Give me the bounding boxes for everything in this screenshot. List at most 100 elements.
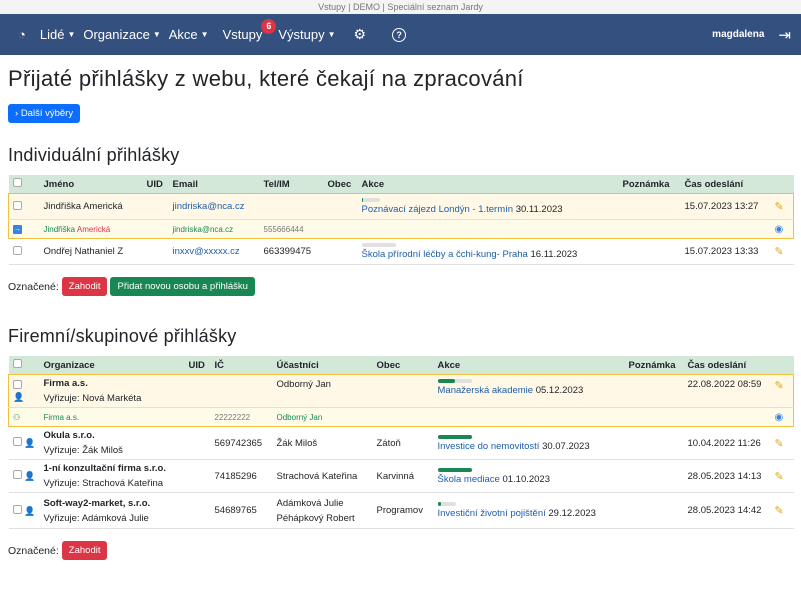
- event-date: 05.12.2023: [535, 385, 584, 396]
- window-title: Vstupy | DEMO | Speciální seznam Jardy: [0, 0, 801, 14]
- eye-icon[interactable]: ◉: [775, 412, 784, 423]
- row-checkbox[interactable]: [13, 200, 22, 210]
- eye-icon[interactable]: ◉: [775, 224, 784, 235]
- nav-vstupy[interactable]: Vstupy 6: [223, 19, 277, 42]
- caret-down-icon: ▼: [152, 30, 161, 39]
- sent-time: 28.05.2023 14:42: [683, 492, 771, 529]
- participant: Žák Miloš: [272, 426, 373, 460]
- col-header: Akce: [361, 178, 385, 190]
- tel-cell: [259, 193, 324, 220]
- nav-lide-label: Lidé: [39, 27, 65, 42]
- table-row[interactable]: 👤 Firma a.s. Vyřizuje: Nová Markéta Odbor…: [8, 374, 794, 408]
- uid-cell: [184, 459, 211, 493]
- event-date: 16.11.2023: [530, 249, 578, 260]
- more-filters-label: Další výběry: [20, 108, 74, 119]
- individual-table: Jméno UID Email Tel/IM Obec Akce Poznámk…: [8, 175, 794, 265]
- edit-pencil-icon[interactable]: ✎: [775, 471, 784, 483]
- match-row[interactable]: → Jindřiška Americká jindriska@nca.cz 55…: [8, 219, 794, 239]
- nav-akce[interactable]: Akce ▼: [169, 27, 209, 42]
- table-row[interactable]: Jindřiška Americká jindriska@nca.cz Pozn…: [8, 193, 794, 220]
- sent-time: 15.07.2023 13:27: [680, 193, 771, 220]
- uid-cell: [184, 492, 211, 529]
- company-heading: Firemní/skupinové přihlášky: [8, 326, 237, 346]
- table-row[interactable]: 👤 Soft-way2-market, s.r.o. Vyřizuje: Adám…: [8, 492, 794, 529]
- match-row[interactable]: ⚇ Firma a.s. 22222222 Odborný Jan ◉: [8, 407, 794, 427]
- edit-pencil-icon[interactable]: ✎: [775, 201, 784, 213]
- capacity-progress: [437, 379, 472, 383]
- match-org: Firma a.s.: [39, 407, 185, 427]
- event-link[interactable]: Investiční životní pojištění: [438, 508, 546, 519]
- obec-cell: Programov: [372, 492, 434, 529]
- row-checkbox[interactable]: [12, 470, 22, 479]
- table-header: Organizace UID IČ Účastníci Obec Akce Po…: [8, 356, 794, 375]
- note-cell: [618, 238, 681, 265]
- edit-pencil-icon[interactable]: ✎: [775, 505, 784, 517]
- navbar: ◔ Lidé ▼ Organizace ▼ Akce ▼ Vstupy 6 Výstup…: [0, 14, 801, 55]
- match-email: jindriska@nca.cz: [168, 219, 260, 239]
- row-checkbox[interactable]: [12, 504, 22, 514]
- email-link[interactable]: inxxv@xxxxx.cz: [173, 246, 240, 257]
- col-header: Čas odeslání: [687, 359, 747, 371]
- page-title: Přijaté přihlášky z webu, které čekají n…: [8, 66, 524, 91]
- table-row[interactable]: Ondřej Nathaniel Z inxxv@xxxxx.cz 663399…: [8, 238, 794, 265]
- handler: Vyřizuje: Adámková Julie: [43, 512, 149, 524]
- row-checkbox[interactable]: [12, 245, 22, 255]
- capacity-progress: [361, 198, 380, 202]
- edit-pencil-icon[interactable]: ✎: [775, 246, 784, 258]
- group-person-icon: 👤: [13, 391, 25, 402]
- ic-cell: [210, 374, 273, 408]
- handler: Vyřizuje: Nová Markéta: [43, 393, 142, 404]
- group-person-icon: 👤: [24, 471, 36, 481]
- event-link[interactable]: Škola mediace: [438, 474, 500, 485]
- obec-cell: [323, 193, 358, 220]
- discard-button[interactable]: Zahodit: [61, 541, 108, 560]
- marked-label: Označené:: [8, 544, 59, 557]
- more-filters-button[interactable]: › Další výběry: [8, 104, 81, 123]
- select-all-checkbox[interactable]: [12, 178, 22, 187]
- discard-button[interactable]: Zahodit: [61, 277, 108, 296]
- event-link[interactable]: Manažerská akademie: [438, 385, 534, 396]
- col-header: Organizace: [43, 359, 95, 371]
- col-header: Jméno: [43, 178, 75, 190]
- edit-pencil-icon[interactable]: ✎: [775, 438, 784, 450]
- table-header: Jméno UID Email Tel/IM Obec Akce Poznámk…: [8, 175, 794, 194]
- merge-arrow-icon[interactable]: →: [13, 225, 22, 234]
- table-row[interactable]: 👤 Okula s.r.o. Vyřizuje: Žák Miloš 569742…: [8, 426, 794, 460]
- col-header: Akce: [437, 359, 461, 371]
- org-name: 1-ní konzultační firma s.r.o.: [43, 463, 166, 474]
- obec-cell: [323, 238, 358, 265]
- uid-cell: [184, 426, 211, 460]
- participant: Strachová Kateřina: [272, 459, 373, 493]
- ic-cell: 54689765: [210, 492, 273, 529]
- ic-cell: 569742365: [210, 426, 273, 460]
- event-link[interactable]: Poznávací zájezd Londýn - 1.termín: [362, 204, 514, 215]
- nav-lide[interactable]: Lidé ▼: [40, 27, 76, 42]
- event-date: 01.10.2023: [502, 473, 550, 485]
- col-header: Email: [172, 178, 198, 190]
- add-person-button[interactable]: Přidat novou osobu a přihlášku: [110, 277, 255, 296]
- dashboard-icon[interactable]: ◔: [18, 27, 26, 42]
- obec-cell: Zátoň: [372, 426, 434, 460]
- nav-organizace[interactable]: Organizace ▼: [83, 27, 160, 42]
- logout-icon[interactable]: ⇥: [778, 26, 791, 44]
- event-link[interactable]: Investice do nemovitostí: [438, 441, 540, 452]
- group-person-icon: 👤: [24, 505, 36, 516]
- edit-pencil-icon[interactable]: ✎: [775, 380, 784, 392]
- sent-time: 15.07.2023 13:33: [680, 238, 771, 265]
- table-row[interactable]: 👤 1-ní konzultační firma s.r.o. Vyřizuje:…: [8, 459, 794, 493]
- obec-cell: [372, 374, 434, 408]
- match-participant: Odborný Jan: [272, 407, 373, 427]
- row-checkbox[interactable]: [13, 379, 22, 389]
- vstupy-count-badge: 6: [261, 19, 277, 34]
- person-add-icon[interactable]: ⚇: [13, 413, 20, 422]
- email-link[interactable]: jindriska@nca.cz: [173, 201, 245, 212]
- event-link[interactable]: Škola přírodní léčby a čchi-kung- Praha: [362, 249, 528, 260]
- help-icon[interactable]: ?: [392, 27, 407, 42]
- select-all-checkbox[interactable]: [12, 359, 22, 368]
- nav-vystupy[interactable]: Výstupy ▼: [278, 27, 335, 42]
- user-name[interactable]: magdalena: [712, 29, 764, 40]
- sent-time: 28.05.2023 14:13: [683, 459, 771, 493]
- caret-down-icon: ▼: [327, 30, 336, 39]
- settings-gear-icon[interactable]: ⚙: [354, 26, 367, 43]
- row-checkbox[interactable]: [12, 437, 22, 446]
